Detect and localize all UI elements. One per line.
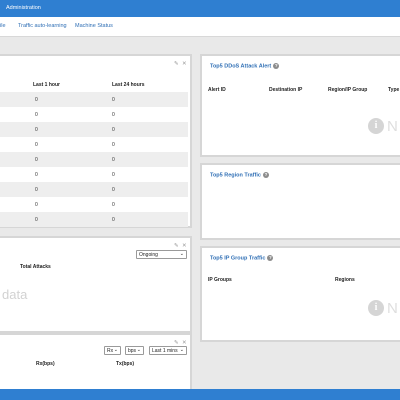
cell-last-24-hours: 0 xyxy=(112,157,115,163)
rate-panel: ✎ ✕ Rx ⌄ bps ⌄ Last 1 mins ⌄ Rx(bps) Tx(… xyxy=(0,333,192,395)
unit-select[interactable]: bps ⌄ xyxy=(125,346,144,355)
col-type: Type xyxy=(388,87,400,93)
chevron-down-icon: ⌄ xyxy=(179,251,184,257)
cell-last-1-hour: 0 xyxy=(35,172,38,178)
footer-bar xyxy=(0,389,400,400)
col-ip-groups: IP Groups xyxy=(208,277,232,283)
col-alert-id: Alert ID xyxy=(208,87,226,93)
table-row: 0 0 xyxy=(0,92,188,107)
info-icon: i xyxy=(368,118,384,134)
time-range-value: Last 1 mins xyxy=(152,348,178,354)
help-icon[interactable]: ? xyxy=(267,255,274,261)
cell-last-1-hour: 0 xyxy=(35,97,38,103)
cell-last-1-hour: 0 xyxy=(35,202,38,208)
edit-icon[interactable]: ✎ xyxy=(174,61,179,67)
region-traffic-title-text: Top5 Region Traffic xyxy=(210,172,261,179)
cell-last-1-hour: 0 xyxy=(35,127,38,133)
unit-value: bps xyxy=(128,348,137,354)
direction-select[interactable]: Rx ⌄ xyxy=(104,346,121,355)
col-regions: Regions xyxy=(335,277,355,283)
direction-value: Rx xyxy=(107,348,114,354)
table-row: 0 0 xyxy=(0,167,188,182)
cell-last-24-hours: 0 xyxy=(112,202,115,208)
table-row: 0 0 xyxy=(0,212,188,227)
cell-last-24-hours: 0 xyxy=(112,187,115,193)
traffic-panel: ✎ ✕ Last 1 hour Last 24 hours 0 0 0 0 0 … xyxy=(0,54,192,228)
close-icon[interactable]: ✕ xyxy=(182,243,187,249)
cell-last-24-hours: 0 xyxy=(112,142,115,148)
no-data-text: N xyxy=(387,300,398,317)
ip-group-traffic-title-text: Top5 IP Group Traffic xyxy=(210,255,266,262)
table-row: 0 0 xyxy=(0,182,188,197)
close-icon[interactable]: ✕ xyxy=(182,61,187,67)
cell-last-1-hour: 0 xyxy=(35,142,38,148)
cell-last-24-hours: 0 xyxy=(112,97,115,103)
no-data-text: N xyxy=(387,118,398,135)
tab-traffic-auto-learning[interactable]: Traffic auto-learning xyxy=(18,23,67,29)
chevron-down-icon: ⌄ xyxy=(136,347,141,353)
attacks-panel: ✎ ✕ Ongoing ⌄ Total Attacks data xyxy=(0,236,192,333)
time-range-select[interactable]: Last 1 mins ⌄ xyxy=(149,346,187,355)
cell-last-1-hour: 0 xyxy=(35,217,38,223)
table-row: 0 0 xyxy=(0,137,188,152)
chevron-down-icon: ⌄ xyxy=(179,347,184,353)
col-tx-bps: Tx(bps) xyxy=(116,361,135,367)
edit-icon[interactable]: ✎ xyxy=(174,243,179,249)
region-traffic-title: Top5 Region Traffic? xyxy=(210,172,269,178)
tab-profile[interactable]: ile xyxy=(0,23,6,29)
col-destination-ip: Destination IP xyxy=(269,87,303,93)
cell-last-1-hour: 0 xyxy=(35,157,38,163)
top-bar: Administration xyxy=(0,0,400,17)
ddos-alert-title-text: Top5 DDoS Attack Alert xyxy=(210,63,272,70)
table-row: 0 0 xyxy=(0,197,188,212)
col-rx-bps: Rx(bps) xyxy=(36,361,55,367)
ddos-alert-title: Top5 DDoS Attack Alert? xyxy=(210,63,280,70)
cell-last-24-hours: 0 xyxy=(112,172,115,178)
table-row: 0 0 xyxy=(0,122,188,137)
attack-status-value: Ongoing xyxy=(139,252,158,258)
ip-group-traffic-title: Top5 IP Group Traffic? xyxy=(210,255,274,262)
help-icon[interactable]: ? xyxy=(262,172,269,178)
region-traffic-panel: Top5 Region Traffic? xyxy=(200,163,400,240)
help-icon[interactable]: ? xyxy=(273,63,280,69)
app-title[interactable]: Administration xyxy=(6,5,41,11)
nav-bar: ile Traffic auto-learning Machine Status xyxy=(0,17,400,37)
table-row: 0 0 xyxy=(0,152,188,167)
info-icon: i xyxy=(368,300,384,316)
attack-status-select[interactable]: Ongoing ⌄ xyxy=(136,250,187,259)
col-total-attacks: Total Attacks xyxy=(20,264,51,270)
tab-machine-status[interactable]: Machine Status xyxy=(75,23,113,29)
no-data-text: data xyxy=(2,287,28,302)
cell-last-24-hours: 0 xyxy=(112,217,115,223)
cell-last-24-hours: 0 xyxy=(112,127,115,133)
cell-last-1-hour: 0 xyxy=(35,112,38,118)
col-region-ip-group: Region/IP Group xyxy=(328,87,368,93)
chevron-down-icon: ⌄ xyxy=(113,347,118,353)
col-last-24-hours: Last 24 hours xyxy=(112,82,145,88)
ddos-alert-panel: Top5 DDoS Attack Alert? Alert ID Destina… xyxy=(200,54,400,157)
cell-last-1-hour: 0 xyxy=(35,187,38,193)
ip-group-traffic-panel: Top5 IP Group Traffic? IP Groups Regions… xyxy=(200,246,400,342)
table-row: 0 0 xyxy=(0,107,188,122)
cell-last-24-hours: 0 xyxy=(112,112,115,118)
col-last-1-hour: Last 1 hour xyxy=(33,82,60,88)
